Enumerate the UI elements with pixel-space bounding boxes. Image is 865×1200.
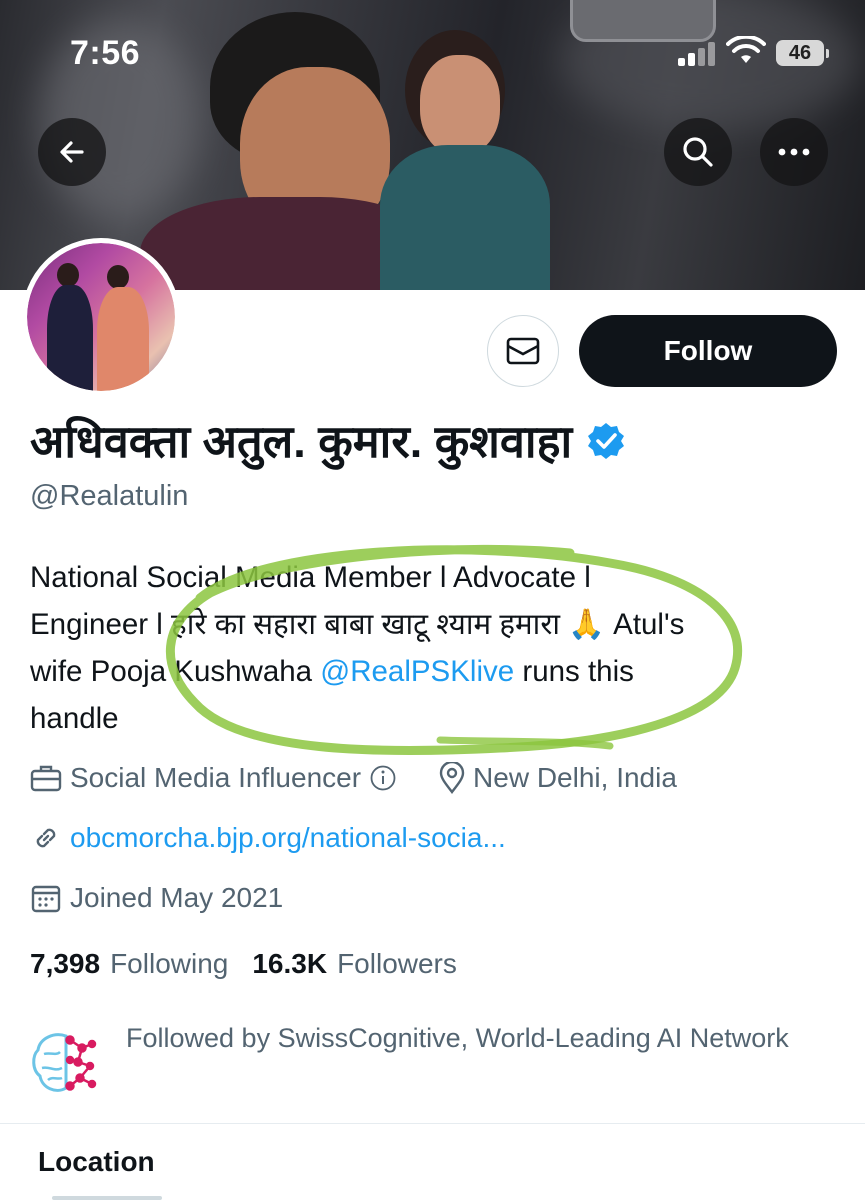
brain-logo-icon bbox=[32, 1033, 97, 1092]
professional-category: Social Media Influencer bbox=[70, 762, 362, 793]
wifi-icon bbox=[726, 36, 766, 63]
back-button[interactable] bbox=[38, 118, 106, 186]
profile-meta-joined: Joined May 2021 bbox=[30, 882, 283, 914]
briefcase-icon bbox=[30, 765, 62, 792]
tab-location[interactable]: Location bbox=[38, 1146, 155, 1178]
display-name: अधिवक्ता अतुल. कुमार. कुशवाहा bbox=[30, 416, 573, 467]
envelope-icon bbox=[506, 337, 540, 365]
website-link[interactable]: obcmorcha.bjp.org/national-socia... bbox=[70, 822, 506, 854]
bio-line: National Social Media Member l Advocate … bbox=[30, 561, 591, 594]
status-time: 7:56 bbox=[70, 34, 141, 72]
name-row: अधिवक्ता अतुल. कुमार. कुशवाहा bbox=[30, 410, 626, 471]
bio-line: Engineer l हारे का सहारा बाबा खाटू श्याम… bbox=[30, 608, 685, 641]
signal-icon bbox=[678, 42, 716, 66]
following-label: Following bbox=[110, 948, 229, 979]
follow-counts: 7,398 Following 16.3K Followers bbox=[30, 948, 457, 980]
follow-button[interactable]: Follow bbox=[579, 315, 837, 387]
profile-bio: National Social Media Member l Advocate … bbox=[30, 554, 830, 742]
profile-location: New Delhi, India bbox=[473, 762, 677, 793]
bio-line: handle bbox=[30, 702, 119, 735]
profile-meta-website: obcmorcha.bjp.org/national-socia... bbox=[30, 822, 506, 854]
following-count-link[interactable]: 7,398 Following bbox=[30, 948, 228, 980]
status-bar: 7:56 46 bbox=[0, 0, 865, 100]
link-icon bbox=[36, 828, 56, 848]
bio-text: runs this bbox=[514, 655, 634, 688]
bio-line: wife Pooja Kushwaha @RealPSKlive runs th… bbox=[30, 648, 830, 695]
avatar-photo bbox=[27, 243, 175, 391]
more-button[interactable] bbox=[760, 118, 828, 186]
joined-date: Joined May 2021 bbox=[70, 882, 284, 913]
location-pin-icon bbox=[439, 762, 465, 794]
more-horizontal-icon bbox=[778, 148, 810, 156]
followers-count-link[interactable]: 16.3K Followers bbox=[252, 948, 457, 980]
profile-handle: @Realatulin bbox=[30, 480, 189, 512]
battery-indicator: 46 bbox=[776, 40, 829, 66]
info-icon[interactable] bbox=[369, 764, 397, 792]
calendar-icon bbox=[31, 885, 61, 913]
followers-label: Followers bbox=[337, 948, 457, 979]
verified-badge-icon[interactable] bbox=[586, 421, 626, 461]
tab-indicator bbox=[52, 1196, 162, 1200]
followers-count: 16.3K bbox=[252, 948, 328, 979]
followed-by-text[interactable]: Followed by SwissCognitive, World-Leadin… bbox=[126, 1016, 826, 1060]
profile-meta-category-location: Social Media Influencer New Delhi, India bbox=[30, 762, 677, 794]
profile-avatar[interactable] bbox=[22, 238, 180, 396]
following-count: 7,398 bbox=[30, 948, 101, 979]
bio-mention-link[interactable]: @RealPSKlive bbox=[320, 655, 514, 688]
section-divider bbox=[0, 1123, 865, 1124]
search-icon bbox=[683, 137, 713, 167]
bio-text: wife Pooja Kushwaha bbox=[30, 655, 321, 688]
arrow-left-icon bbox=[60, 141, 84, 163]
search-button[interactable] bbox=[664, 118, 732, 186]
message-button[interactable] bbox=[487, 315, 559, 387]
